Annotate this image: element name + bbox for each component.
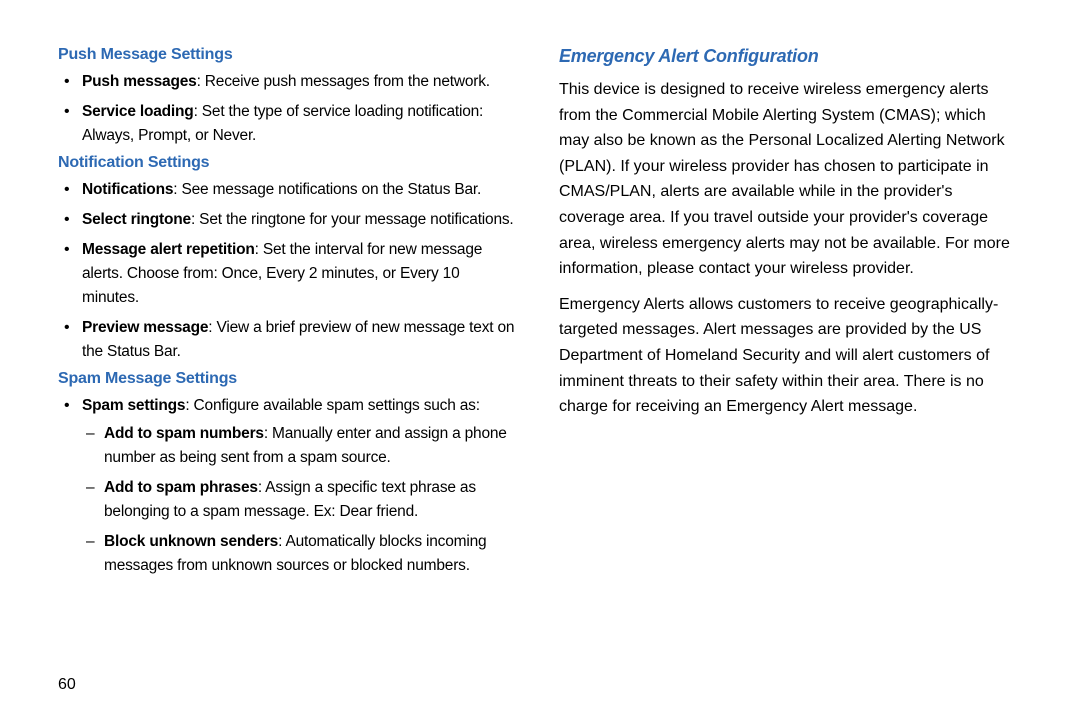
list-item: Select ringtone: Set the ringtone for yo…: [78, 208, 519, 232]
left-column: Push Message Settings Push messages: Rec…: [58, 40, 549, 720]
right-column: Emergency Alert Configuration This devic…: [549, 40, 1040, 720]
term: Add to spam numbers: [104, 425, 264, 442]
term: Service loading: [82, 103, 194, 120]
desc: : Set the ringtone for your message noti…: [191, 211, 514, 228]
desc: : Configure available spam settings such…: [185, 397, 479, 414]
list-spam: Spam settings: Configure available spam …: [58, 394, 519, 578]
term: Preview message: [82, 319, 208, 336]
heading-spam: Spam Message Settings: [58, 370, 519, 388]
term: Notifications: [82, 181, 173, 198]
list-push: Push messages: Receive push messages fro…: [58, 70, 519, 148]
term: Block unknown senders: [104, 533, 278, 550]
list-item: Notifications: See message notifications…: [78, 178, 519, 202]
list-item: Spam settings: Configure available spam …: [78, 394, 519, 578]
paragraph: Emergency Alerts allows customers to rec…: [559, 292, 1020, 420]
list-notification: Notifications: See message notifications…: [58, 178, 519, 364]
page-content: Push Message Settings Push messages: Rec…: [0, 0, 1080, 720]
list-item: Add to spam numbers: Manually enter and …: [104, 422, 519, 470]
heading-emergency: Emergency Alert Configuration: [559, 46, 1020, 67]
page-number: 60: [58, 676, 76, 694]
desc: : Receive push messages from the network…: [197, 73, 490, 90]
list-item: Add to spam phrases: Assign a specific t…: [104, 476, 519, 524]
list-item: Push messages: Receive push messages fro…: [78, 70, 519, 94]
paragraph: This device is designed to receive wirel…: [559, 77, 1020, 282]
term: Message alert repetition: [82, 241, 255, 258]
list-item: Message alert repetition: Set the interv…: [78, 238, 519, 310]
list-spam-sub: Add to spam numbers: Manually enter and …: [82, 422, 519, 578]
list-item: Block unknown senders: Automatically blo…: [104, 530, 519, 578]
term: Select ringtone: [82, 211, 191, 228]
heading-push: Push Message Settings: [58, 46, 519, 64]
term: Push messages: [82, 73, 197, 90]
list-item: Preview message: View a brief preview of…: [78, 316, 519, 364]
term: Spam settings: [82, 397, 185, 414]
list-item: Service loading: Set the type of service…: [78, 100, 519, 148]
heading-notification: Notification Settings: [58, 154, 519, 172]
term: Add to spam phrases: [104, 479, 258, 496]
desc: : See message notifications on the Statu…: [173, 181, 481, 198]
